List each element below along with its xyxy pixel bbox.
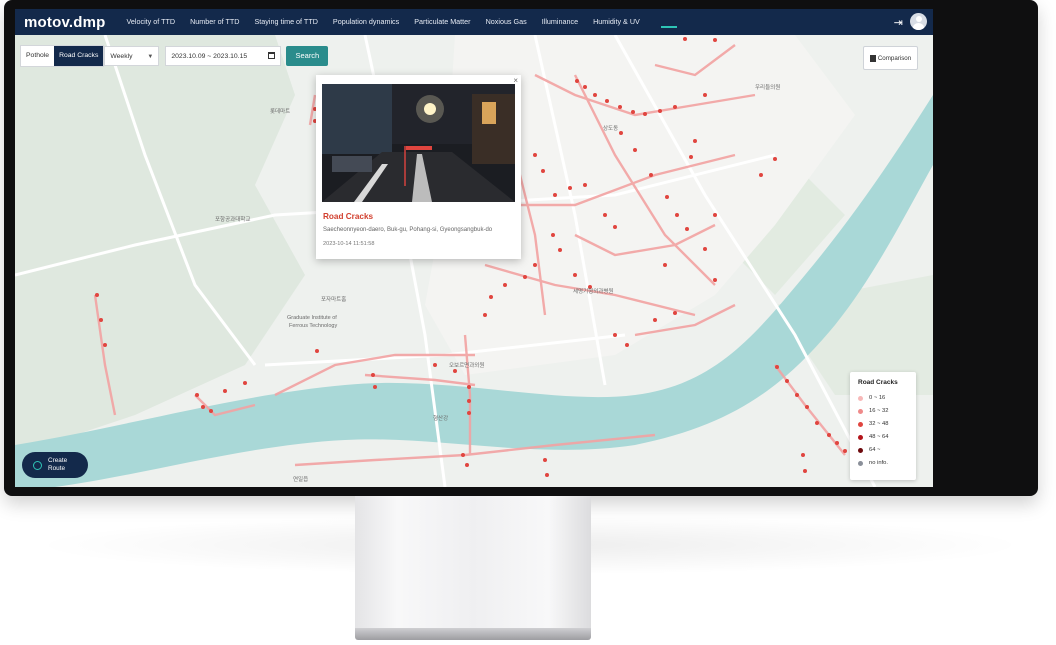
app-logo[interactable]: motov.dmp — [24, 14, 119, 31]
map-label-postech: 포항공과대학교 — [215, 215, 250, 223]
nav-item-illuminance[interactable]: Illuminance — [534, 9, 585, 35]
popup-title: Road Cracks — [323, 212, 374, 221]
popup-timestamp: 2023-10-14 11:51:58 — [323, 241, 375, 247]
map-label-sangdo: 상도동 — [603, 124, 618, 132]
map-label-river: 형산강 — [433, 414, 448, 422]
popup-address: Saecheonnyeon-daero, Buk-gu, Pohang-si, … — [323, 227, 493, 233]
comparison-button[interactable]: Comparison — [863, 46, 918, 70]
crack-type-toggle: Pothole Road Cracks — [20, 45, 105, 67]
legend-row: 48 ~ 64 — [858, 434, 889, 440]
nav-item-population[interactable]: Population dynamics — [325, 9, 406, 35]
legend-row: no info. — [858, 460, 888, 466]
calendar-icon[interactable] — [268, 52, 276, 59]
nav-menu: Velocity of TTD Number of TTD Staying ti… — [119, 9, 678, 35]
create-route-button[interactable]: Create Route — [22, 452, 88, 478]
monitor-stand — [355, 496, 591, 632]
search-button[interactable]: Search — [286, 46, 329, 66]
nav-item-staying-time[interactable]: Staying time of TTD — [247, 9, 325, 35]
map-label-hospital: 세명기형외과병원 — [573, 287, 613, 295]
nav-item-particulate[interactable]: Particulate Matter — [407, 9, 478, 35]
map-label-yeonil: 연일읍 — [293, 475, 308, 483]
road-photo — [322, 84, 515, 202]
comparison-label: Comparison — [877, 54, 912, 62]
map-label-obo: 오보르면과외원 — [449, 361, 484, 369]
map-label-clinic: 우리들의원 — [755, 83, 780, 91]
pothole-button[interactable]: Pothole — [21, 46, 54, 66]
map-label-gift: Graduate Institute of — [287, 315, 337, 321]
period-value: Weekly — [110, 53, 133, 60]
road-cracks-button[interactable]: Road Cracks — [54, 46, 104, 66]
date-range-input[interactable]: 2023.10.09 ~ 2023.10.15 — [165, 46, 282, 66]
active-tab-indicator — [661, 26, 678, 28]
logout-icon[interactable]: ⇥ — [894, 16, 903, 29]
nav-item-velocity[interactable]: Velocity of TTD — [119, 9, 183, 35]
legend-row: 32 ~ 48 — [858, 421, 889, 427]
legend-row: 64 ~ — [858, 447, 880, 453]
nav-item-number[interactable]: Number of TTD — [183, 9, 247, 35]
period-select[interactable]: Weekly ▼ — [104, 46, 160, 66]
crack-detail-popup: × Road Cracks Saecheonnyeon-daero, Buk-g… — [316, 75, 521, 259]
nav-item-noxious-gas[interactable]: Noxious Gas — [478, 9, 534, 35]
date-range-value: 2023.10.09 ~ 2023.10.15 — [171, 53, 248, 60]
app-screen: motov.dmp Velocity of TTD Number of TTD … — [15, 9, 933, 487]
top-navigation: motov.dmp Velocity of TTD Number of TTD … — [15, 9, 933, 35]
legend-title: Road Cracks — [858, 379, 898, 386]
nav-item-humidity[interactable]: Humidity & UV — [586, 9, 648, 35]
comparison-icon — [869, 54, 876, 62]
legend-row: 0 ~ 16 — [858, 395, 885, 401]
map-label-lotte: 롯데마트 — [270, 107, 290, 115]
route-icon — [33, 460, 42, 470]
monitor-stand-foot — [355, 628, 591, 640]
map-label-gift-2: Ferrous Technology — [289, 323, 337, 329]
map-label-mart: 포자마트홈 — [321, 295, 346, 303]
user-avatar-icon[interactable] — [910, 13, 927, 30]
chevron-down-icon: ▼ — [147, 54, 154, 60]
filter-bar: Pothole Road Cracks Weekly ▼ 2023.10.09 … — [20, 45, 329, 67]
legend-panel: Road Cracks 0 ~ 16 16 ~ 32 32 ~ 48 48 ~ … — [850, 372, 916, 480]
legend-row: 16 ~ 32 — [858, 408, 889, 414]
create-route-label: Create Route — [48, 457, 68, 472]
